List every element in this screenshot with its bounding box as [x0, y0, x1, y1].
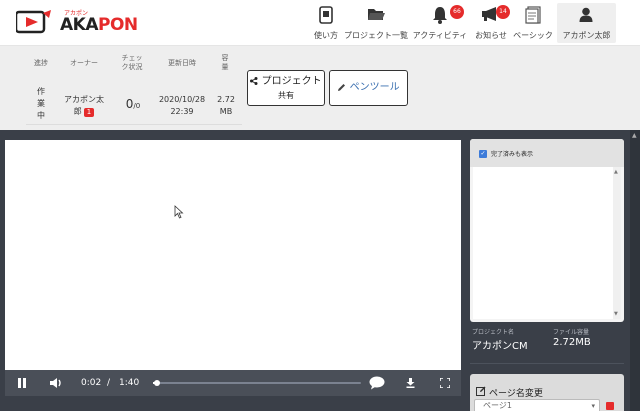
top-navigation-bar: アカポン AKAPON 使い方 プロジェクト一覧 66 アクティビティ 14 お…	[0, 0, 640, 46]
volume-button[interactable]	[49, 370, 65, 396]
activity-count-badge: 66	[450, 5, 464, 19]
nav-label-news: お知らせ	[475, 31, 507, 40]
edit-icon	[476, 386, 486, 396]
nav-label-activity: アクティビティ	[412, 31, 468, 40]
nav-item-news[interactable]: 14 お知らせ	[472, 0, 510, 46]
video-controls: 0:02 / 1:40	[5, 370, 461, 396]
size-value: 2.72 MB	[213, 94, 239, 118]
show-completed-label: 完了済みも表示	[491, 151, 534, 158]
header-updated: 更新日時	[168, 59, 196, 67]
delete-page-icon[interactable]	[606, 402, 614, 410]
comments-panel: ✓ 完了済みも表示 ▲ ▼	[470, 139, 624, 322]
project-name-value: アカポンCM	[472, 341, 528, 352]
owner-count-badge: 1	[83, 108, 95, 117]
file-size-label: ファイル容量	[553, 329, 590, 336]
check-status-value: 0/0	[118, 98, 148, 112]
scroll-up-icon[interactable]: ▲	[614, 169, 618, 175]
user-menu[interactable]: アカポン太郎	[557, 3, 616, 43]
chevron-down-icon: ▾	[591, 402, 595, 410]
volume-icon	[50, 378, 61, 388]
nav-label-project-list: プロジェクト一覧	[344, 31, 408, 40]
nav-item-project-list[interactable]: プロジェクト一覧	[343, 0, 409, 46]
file-size-value: 2.72MB	[553, 337, 591, 348]
check-total: /0	[133, 102, 141, 110]
updated-time: 22:39	[170, 107, 194, 116]
progress-status: 作 業 中	[32, 86, 50, 122]
plan-document-icon	[525, 6, 541, 24]
scroll-down-icon[interactable]: ▼	[614, 311, 618, 317]
page-scroll-up-icon[interactable]: ▲	[632, 132, 637, 139]
mouse-cursor-icon	[174, 205, 184, 219]
folder-open-icon	[368, 9, 385, 20]
pause-icon	[18, 378, 26, 388]
nav-item-how-to[interactable]: 使い方	[306, 0, 346, 46]
project-name-label: プロジェクト名	[472, 329, 515, 336]
page-select-value: ページ1	[483, 401, 512, 410]
owner-name: アカポン太 郎1	[58, 94, 110, 118]
pause-button[interactable]	[17, 370, 31, 396]
seek-bar[interactable]	[153, 380, 361, 386]
updated-datetime: 2020/10/28 22:39	[156, 94, 208, 118]
share-icon	[250, 77, 258, 85]
comments-list[interactable]	[473, 167, 613, 319]
share-project-button[interactable]: プロジェクト 共有	[247, 70, 325, 106]
seek-bar-handle[interactable]	[154, 380, 161, 386]
header-size-line2: 量	[221, 63, 229, 71]
user-icon	[579, 7, 593, 22]
header-check-status: チェッ ク状況	[114, 54, 150, 72]
header-owner: オーナー	[70, 59, 98, 67]
akapon-logo[interactable]: アカポン AKAPON	[14, 6, 138, 38]
play-logo-icon	[16, 10, 51, 34]
page-scrollbar[interactable]: ▲	[630, 130, 640, 411]
fullscreen-button[interactable]	[439, 370, 452, 396]
updated-date: 2020/10/28	[158, 95, 206, 104]
nav-label-plan: ベーシック	[513, 31, 553, 40]
logo-wordmark-main: AKA	[60, 15, 99, 35]
user-name: アカポン太郎	[562, 31, 611, 40]
comments-panel-header: ✓ 完了済みも表示	[470, 139, 624, 167]
show-completed-checkbox[interactable]: ✓	[479, 150, 487, 158]
download-button[interactable]	[406, 370, 418, 396]
current-time: 0:02	[81, 378, 102, 388]
download-icon	[406, 378, 415, 388]
progress-status-line2: 業	[37, 99, 45, 108]
header-check-status-line2: ク状況	[121, 63, 143, 71]
page-rename-title: ページ名変更	[489, 389, 543, 399]
owner-name-line2: 郎	[73, 107, 82, 116]
header-progress: 進捗	[34, 59, 48, 67]
header-check-status-line1: チェッ	[121, 54, 143, 62]
info-divider	[26, 124, 242, 125]
size-unit: MB	[219, 107, 233, 116]
tablet-help-icon	[319, 6, 333, 24]
progress-status-line3: 中	[37, 111, 45, 120]
comment-button[interactable]	[369, 370, 387, 396]
owner-name-line1: アカポン太	[64, 95, 104, 104]
bell-icon	[433, 7, 447, 24]
nav-label-how-to: 使い方	[314, 31, 338, 40]
pencil-icon	[338, 83, 346, 91]
progress-status-line1: 作	[37, 87, 45, 96]
pen-tool-button[interactable]: ペンツール	[329, 70, 408, 106]
page-rename-panel: ページ名変更 ページ1 ▾	[470, 374, 624, 411]
pen-tool-label: ペンツール	[349, 82, 400, 93]
logo-wordmark-accent: PON	[98, 15, 138, 35]
fullscreen-icon	[439, 377, 451, 389]
size-number: 2.72	[217, 95, 235, 104]
project-info-bar: 進捗 オーナー チェッ ク状況 更新日時 容 量 作 業 中 アカポン太 郎1 …	[0, 46, 640, 130]
header-size: 容 量	[213, 54, 237, 72]
speech-bubble-icon	[369, 376, 385, 390]
page-select[interactable]: ページ1 ▾	[474, 399, 600, 411]
logo-wordmark: AKAPON	[60, 15, 138, 35]
news-count-badge: 14	[496, 5, 510, 19]
nav-item-activity[interactable]: 66 アクティビティ	[412, 0, 468, 46]
share-button-label: プロジェクト	[261, 76, 322, 87]
video-player-area[interactable]	[5, 140, 461, 370]
time-divider: /	[107, 378, 111, 388]
share-button-sublabel: 共有	[278, 91, 294, 100]
comments-scrollbar[interactable]: ▲ ▼	[613, 167, 621, 319]
nav-item-plan-basic[interactable]: ベーシック	[512, 0, 554, 46]
total-time: 1:40	[119, 378, 140, 388]
side-divider	[470, 363, 624, 364]
header-size-line1: 容	[221, 54, 229, 62]
